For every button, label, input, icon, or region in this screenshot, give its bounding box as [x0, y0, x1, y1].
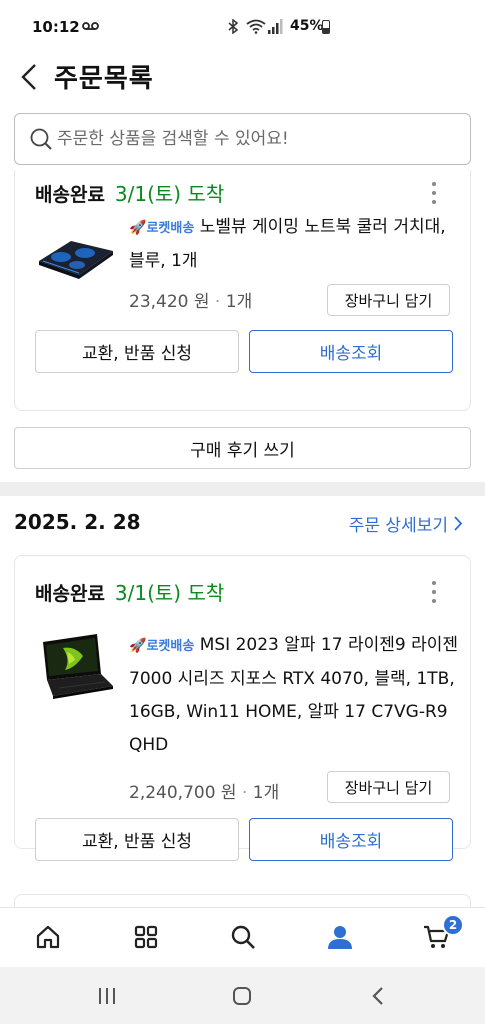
search-bar[interactable] [14, 113, 471, 165]
track-delivery-button[interactable]: 배송조회 [249, 330, 453, 373]
price-row: 23,420 원 · 1개 [129, 292, 253, 312]
signal-icon [268, 19, 283, 34]
price-row: 2,240,700 원 · 1개 [129, 783, 280, 803]
wifi-icon [246, 19, 266, 34]
order-list[interactable]: 배송완료 3/1(토) 도착 🚀로켓배송 노벨뷰 게이밍 노트북 쿨러 거치대,… [0, 170, 485, 907]
rocket-delivery-label: 로켓배송 [146, 221, 195, 236]
search-input[interactable] [57, 129, 457, 149]
search-icon [30, 128, 52, 150]
order-card [14, 894, 471, 907]
header: 주문목록 [0, 52, 485, 104]
back-icon [372, 987, 383, 1005]
more-options-icon[interactable] [428, 180, 440, 206]
track-delivery-button[interactable]: 배송조회 [249, 818, 453, 861]
search-icon [231, 925, 255, 949]
battery-percent: 45% [290, 18, 324, 34]
status-bar: 10:12 45% [0, 0, 485, 52]
nav-search[interactable] [228, 922, 258, 952]
chevron-right-icon [454, 516, 463, 531]
delivery-status-row: 배송완료 3/1(토) 도착 [35, 178, 224, 207]
price: 2,240,700 원 [129, 783, 237, 803]
add-to-cart-button[interactable]: 장바구니 담기 [327, 284, 450, 316]
order-detail-link[interactable]: 주문 상세보기 [349, 511, 463, 536]
delivery-status-row: 배송완료 3/1(토) 도착 [35, 577, 224, 606]
cart-count-badge: 2 [442, 914, 464, 936]
more-options-icon[interactable] [428, 579, 440, 605]
add-to-cart-button[interactable]: 장바구니 담기 [327, 771, 450, 803]
account-icon [328, 926, 352, 949]
order-date: 2025. 2. 28 [14, 510, 141, 534]
home-icon [36, 925, 60, 949]
nav-home[interactable] [33, 922, 63, 952]
product-image-laptop[interactable] [35, 628, 115, 708]
home-button[interactable] [228, 982, 256, 1010]
quantity: 1개 [225, 292, 253, 312]
order-card: 배송완료 3/1(토) 도착 🚀로켓배송 노벨뷰 게이밍 노트북 쿨러 거치대,… [14, 170, 471, 411]
arrival-date: 3/1(토) 도착 [114, 581, 225, 605]
system-navigation [0, 967, 485, 1024]
bottom-navigation: 2 [0, 907, 485, 967]
price: 23,420 원 [129, 292, 210, 312]
quantity: 1개 [252, 783, 280, 803]
order-card: 배송완료 3/1(토) 도착 🚀로켓배송 MSI 2023 알파 17 라이젠9… [14, 555, 471, 861]
order-detail-label: 주문 상세보기 [348, 516, 448, 536]
product-name[interactable]: 🚀로켓배송 MSI 2023 알파 17 라이젠9 라이젠 7000 시리즈 지… [129, 629, 459, 762]
categories-icon [134, 925, 158, 949]
bluetooth-icon [228, 19, 239, 34]
delivery-status: 배송완료 [35, 184, 105, 206]
rocket-icon: 🚀 [129, 638, 147, 654]
product-image-cooler[interactable] [35, 211, 115, 291]
write-review-button[interactable]: 구매 후기 쓰기 [14, 427, 471, 469]
exchange-return-button[interactable]: 교환, 반품 신청 [35, 330, 239, 373]
arrival-date: 3/1(토) 도착 [114, 182, 225, 206]
voicemail-icon [82, 22, 99, 30]
back-button[interactable] [14, 60, 44, 94]
product-name[interactable]: 🚀로켓배송 노벨뷰 게이밍 노트북 쿨러 거치대, 블루, 1개 [129, 211, 459, 278]
nav-categories[interactable] [131, 922, 161, 952]
rocket-delivery-label: 로켓배송 [146, 639, 195, 654]
nav-account[interactable] [325, 922, 355, 952]
page-title: 주문목록 [54, 64, 154, 94]
chevron-left-icon [21, 64, 36, 90]
rocket-icon: 🚀 [129, 220, 147, 236]
status-time: 10:12 [32, 18, 80, 36]
recent-apps-button[interactable] [93, 982, 121, 1010]
nav-cart[interactable]: 2 [422, 914, 464, 952]
back-button-system[interactable] [364, 982, 392, 1010]
home-button-icon [233, 987, 251, 1005]
section-divider [0, 482, 485, 496]
exchange-return-button[interactable]: 교환, 반품 신청 [35, 818, 239, 861]
recent-apps-icon [99, 988, 115, 1004]
delivery-status: 배송완료 [35, 583, 105, 605]
battery-icon [322, 20, 330, 34]
